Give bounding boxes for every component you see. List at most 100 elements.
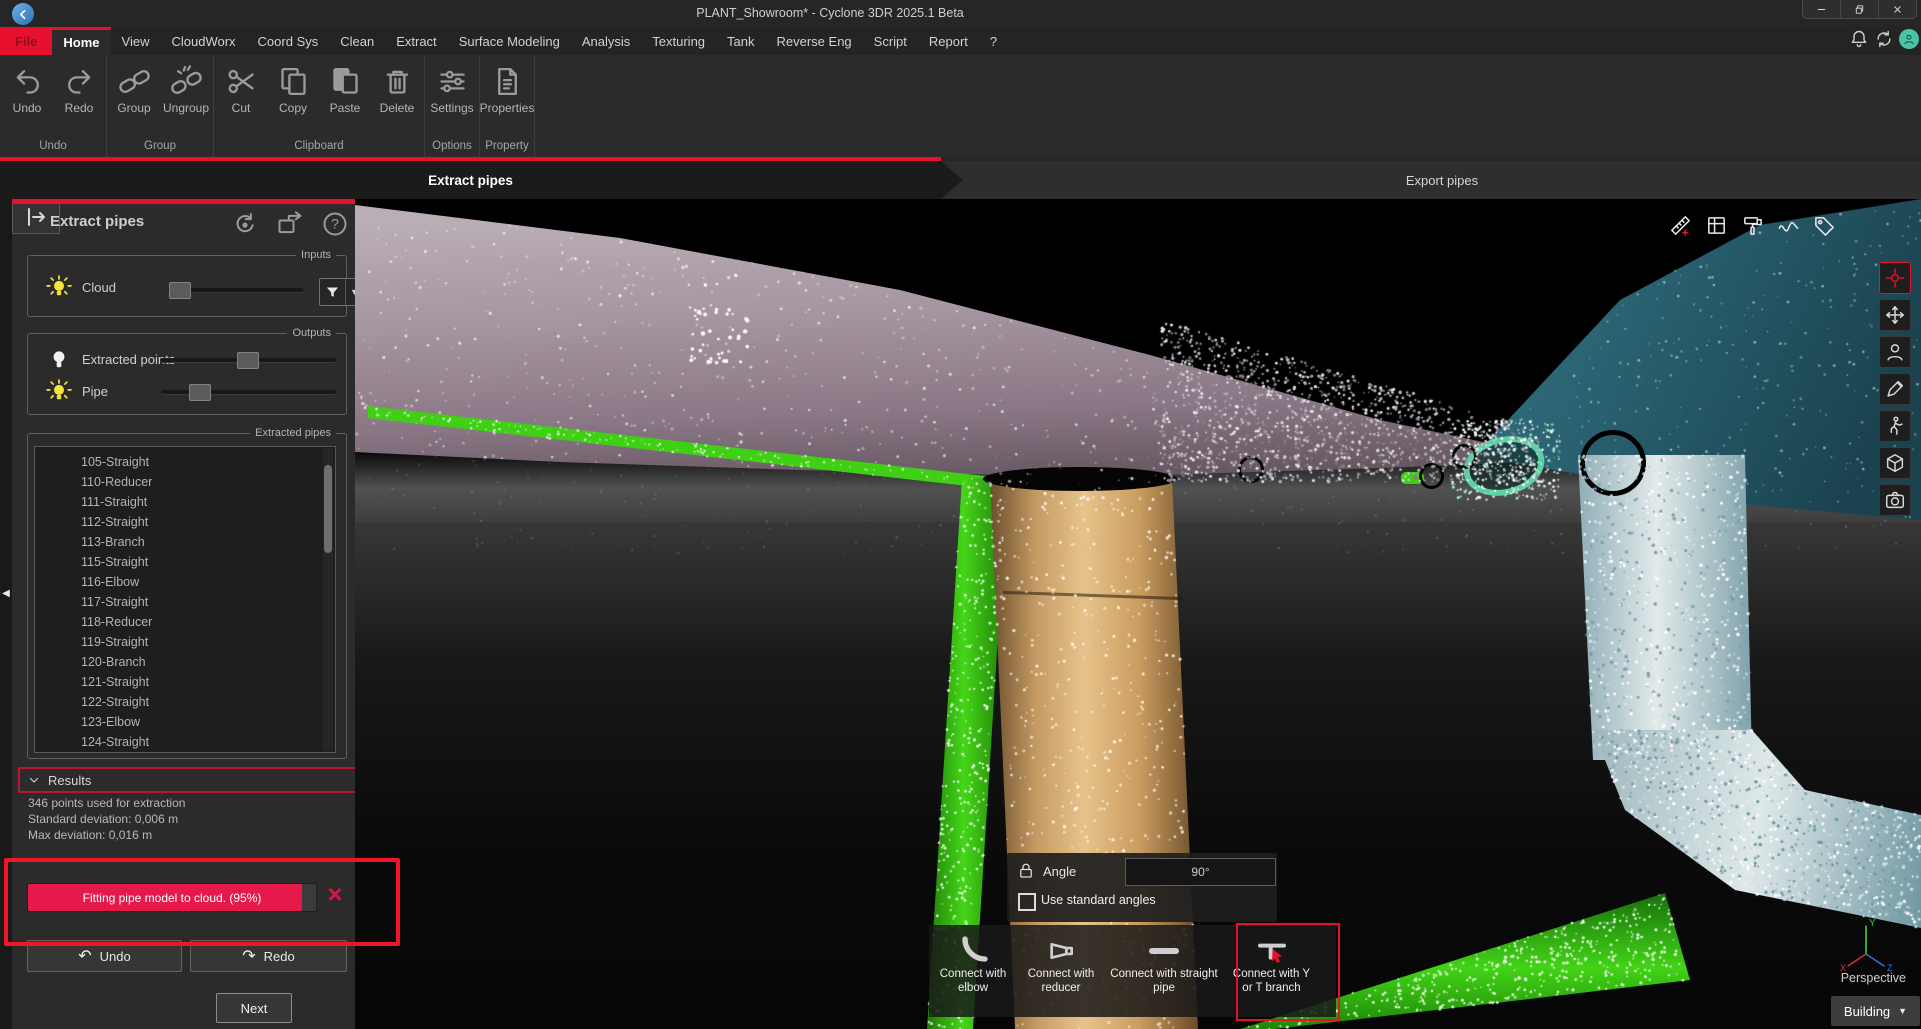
lock-icon[interactable] bbox=[1017, 861, 1035, 881]
next-button[interactable]: Next bbox=[216, 993, 292, 1023]
settings-button[interactable]: Settings bbox=[426, 62, 478, 140]
account-icon[interactable] bbox=[1899, 29, 1919, 49]
bulb-on-icon[interactable] bbox=[46, 378, 72, 404]
cube-tool-button[interactable] bbox=[1879, 447, 1911, 479]
pipe-list-item[interactable]: 113-Branch bbox=[35, 532, 335, 552]
angle-input[interactable] bbox=[1125, 858, 1276, 886]
pipe-list-item[interactable]: 122-Straight bbox=[35, 692, 335, 712]
button-label-line: pipe bbox=[1153, 981, 1175, 995]
connect-with-reducer-button[interactable]: Connect withreducer bbox=[1017, 925, 1105, 1017]
pipe-list-item[interactable]: 117-Straight bbox=[35, 592, 335, 612]
slider-handle[interactable] bbox=[169, 282, 191, 299]
bulb-on-icon[interactable] bbox=[46, 274, 72, 300]
menu-tab-analysis[interactable]: Analysis bbox=[571, 27, 641, 55]
menu-tab-extract[interactable]: Extract bbox=[385, 27, 447, 55]
menu-tab-cloudworx[interactable]: CloudWorx bbox=[160, 27, 246, 55]
annotation-highlight-box bbox=[4, 858, 400, 946]
collapse-panel-icon[interactable]: ◀ bbox=[0, 588, 12, 599]
copy-button[interactable]: Copy bbox=[267, 62, 319, 140]
bulb-white-icon[interactable] bbox=[46, 346, 72, 372]
3d-viewport[interactable]: Angle Use standard angles Connect withel… bbox=[355, 199, 1921, 1029]
pipe-list-item[interactable]: 115-Straight bbox=[35, 552, 335, 572]
pipe-list-item[interactable]: 118-Reducer bbox=[35, 612, 335, 632]
building-mode-dropdown[interactable]: Building ▼ bbox=[1831, 996, 1920, 1026]
slider-handle[interactable] bbox=[237, 352, 259, 369]
detach-icon[interactable] bbox=[276, 210, 304, 243]
pipe-list-item[interactable]: 110-Reducer bbox=[35, 472, 335, 492]
button-label: Properties bbox=[480, 101, 535, 115]
menu-tab-surface-modeling[interactable]: Surface Modeling bbox=[448, 27, 571, 55]
pipe-list-item[interactable]: 105-Straight bbox=[35, 452, 335, 472]
extracted-pipes-list[interactable]: 105-Straight110-Reducer111-Straight112-S… bbox=[34, 446, 336, 753]
pipe-list-item[interactable]: 123-Elbow bbox=[35, 712, 335, 732]
menu-tab-reverse-eng[interactable]: Reverse Eng bbox=[766, 27, 863, 55]
clipping-icon[interactable] bbox=[1702, 211, 1730, 239]
paint-icon[interactable] bbox=[1738, 211, 1766, 239]
ribbon-group-label: Property bbox=[480, 140, 534, 157]
cloud-opacity-slider[interactable] bbox=[168, 288, 303, 292]
viewport-navigation-toolbar bbox=[1879, 262, 1911, 516]
orbit-tool-button[interactable] bbox=[1879, 262, 1911, 294]
measure-icon[interactable] bbox=[1666, 211, 1694, 239]
ungroup-button[interactable]: Ungroup bbox=[160, 62, 212, 140]
group-button[interactable]: Group bbox=[108, 62, 160, 140]
connect-with-pipe-button[interactable]: Connect with straightpipe bbox=[1105, 925, 1223, 1017]
undo-button[interactable]: Undo bbox=[1, 62, 53, 140]
wizard-step-export-pipes[interactable]: Export pipes bbox=[963, 161, 1921, 199]
menu-tab-home[interactable]: Home bbox=[52, 27, 110, 55]
connect-with-elbow-button[interactable]: Connect withelbow bbox=[929, 925, 1017, 1017]
pipe-list-item[interactable]: 120-Branch bbox=[35, 652, 335, 672]
minimize-button[interactable] bbox=[1803, 0, 1840, 18]
results-header[interactable]: Results bbox=[18, 767, 360, 793]
pan-tool-button[interactable] bbox=[1879, 299, 1911, 331]
menu-tab-report[interactable]: Report bbox=[918, 27, 979, 55]
inspection-icon[interactable] bbox=[1774, 211, 1802, 239]
menu-tab-view[interactable]: View bbox=[111, 27, 161, 55]
help-icon[interactable]: ? bbox=[321, 210, 349, 243]
button-label: Delete bbox=[380, 101, 415, 115]
menu-tab-?[interactable]: ? bbox=[979, 27, 1008, 55]
paste-button[interactable]: Paste bbox=[319, 62, 371, 140]
pipe-list-item[interactable]: 112-Straight bbox=[35, 512, 335, 532]
slope-tool-button[interactable] bbox=[1879, 373, 1911, 405]
redo-button[interactable]: Redo bbox=[53, 62, 105, 140]
results-line: Standard deviation: 0,006 m bbox=[28, 811, 185, 827]
extracted-points-slider[interactable] bbox=[161, 358, 336, 362]
pipe-list-item[interactable]: 119-Straight bbox=[35, 632, 335, 652]
panel-header-icons: ? bbox=[231, 210, 349, 243]
menu-tab-file[interactable]: File bbox=[0, 27, 52, 55]
pipe-list-item[interactable]: 124-Straight bbox=[35, 732, 335, 752]
delete-button[interactable]: Delete bbox=[371, 62, 423, 140]
slider-handle[interactable] bbox=[189, 384, 211, 401]
reset-icon[interactable] bbox=[231, 210, 259, 243]
menu-tab-coord-sys[interactable]: Coord Sys bbox=[247, 27, 330, 55]
restore-button[interactable] bbox=[1840, 0, 1878, 18]
chevron-down-icon bbox=[28, 774, 40, 786]
notifications-icon[interactable] bbox=[1849, 29, 1869, 49]
list-scrollbar[interactable] bbox=[323, 448, 333, 751]
properties-button[interactable]: Properties bbox=[481, 62, 533, 140]
axis-gizmo[interactable]: Y X Z bbox=[1835, 914, 1897, 972]
walk-tool-button[interactable] bbox=[1879, 410, 1911, 442]
scrollbar-thumb[interactable] bbox=[324, 465, 332, 553]
sync-icon[interactable] bbox=[1874, 29, 1894, 49]
menu-tab-script[interactable]: Script bbox=[863, 27, 918, 55]
cut-button[interactable]: Cut bbox=[215, 62, 267, 140]
use-standard-angles-checkbox[interactable] bbox=[1018, 893, 1036, 911]
pipe-list-item[interactable]: 111-Straight bbox=[35, 492, 335, 512]
svg-text:Y: Y bbox=[1869, 918, 1876, 929]
look-tool-button[interactable] bbox=[1879, 336, 1911, 368]
window-controls bbox=[1802, 0, 1917, 19]
capture-tool-button[interactable] bbox=[1879, 484, 1911, 516]
menu-tab-clean[interactable]: Clean bbox=[329, 27, 385, 55]
menu-tab-tank[interactable]: Tank bbox=[716, 27, 765, 55]
pipe-list-item[interactable]: 121-Straight bbox=[35, 672, 335, 692]
wizard-step-extract-pipes[interactable]: Extract pipes bbox=[0, 161, 963, 199]
pipe-list-item[interactable]: 116-Elbow bbox=[35, 572, 335, 592]
back-icon[interactable] bbox=[12, 3, 34, 25]
close-button[interactable] bbox=[1878, 0, 1916, 18]
label-icon[interactable] bbox=[1810, 211, 1838, 239]
menu-tab-texturing[interactable]: Texturing bbox=[641, 27, 716, 55]
tray-icons bbox=[1849, 29, 1919, 49]
pipe-slider[interactable] bbox=[161, 390, 336, 394]
